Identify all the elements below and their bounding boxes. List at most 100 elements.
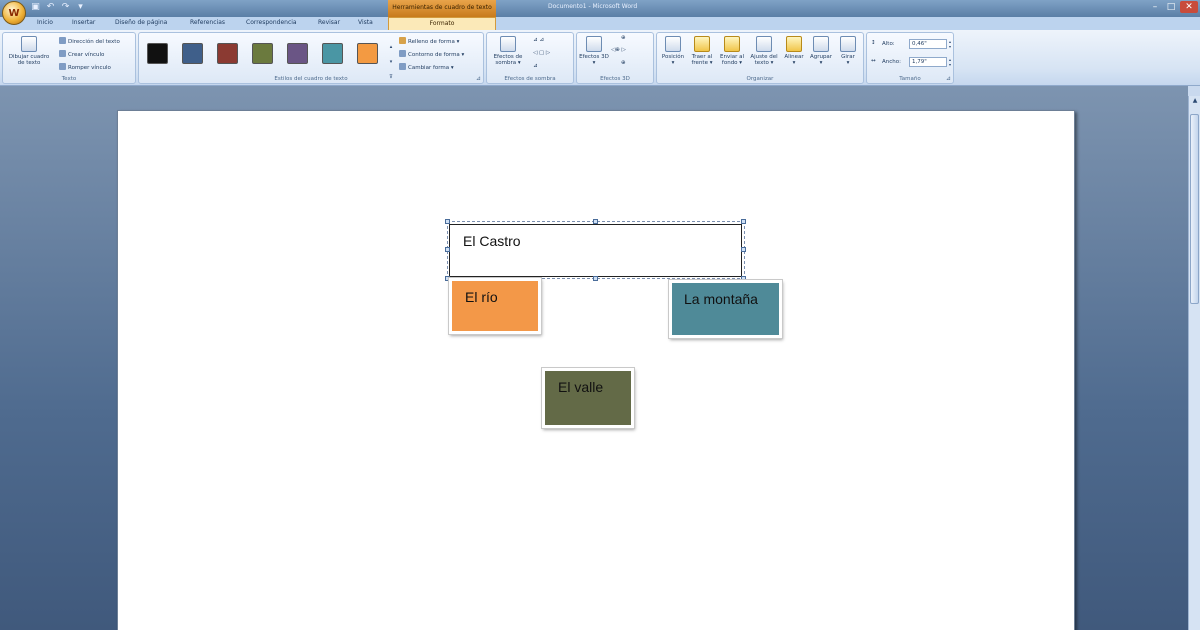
text-wrap-button[interactable]: Ajuste del texto ▾ <box>747 36 781 66</box>
redo-icon[interactable]: ↷ <box>60 2 71 13</box>
text-direction-icon <box>59 37 66 44</box>
maximize-button[interactable]: □ <box>1164 1 1178 13</box>
cube-icon <box>586 36 602 52</box>
style-swatch-orange[interactable] <box>357 43 378 64</box>
textbox-el-valle[interactable]: El valle <box>541 367 635 429</box>
quick-access-toolbar: ▣ ↶ ↷ ▾ <box>30 2 86 13</box>
ruler-toggle-icon[interactable] <box>1188 86 1200 96</box>
bring-front-icon <box>694 36 710 52</box>
effects-3d-button[interactable]: Efectos 3D ▾ <box>579 36 609 66</box>
resize-handle-nw[interactable] <box>445 219 450 224</box>
style-swatch-black[interactable] <box>147 43 168 64</box>
style-swatch-red[interactable] <box>217 43 238 64</box>
shadow-nudge-down-icon[interactable]: ⊿ <box>533 63 538 69</box>
link-icon <box>59 50 66 57</box>
tab-inicio[interactable]: Inicio <box>37 19 53 26</box>
style-swatch-purple[interactable] <box>287 43 308 64</box>
textbox-la-montana[interactable]: La montaña <box>668 279 783 339</box>
position-button[interactable]: Posición ▾ <box>659 36 687 66</box>
width-input[interactable]: 1,79" <box>909 57 947 67</box>
style-swatch-blue[interactable] <box>182 43 203 64</box>
dialog-launcher-icon[interactable]: ⊿ <box>476 75 481 82</box>
rotate-icon <box>840 36 856 52</box>
group-icon <box>813 36 829 52</box>
group-tamano: ↕ Alto: 0,46" ▴ ▾ ↔ Ancho: 1,79" ▴ ▾ Tamañ… <box>866 32 954 84</box>
tab-referencias[interactable]: Referencias <box>190 19 225 26</box>
resize-handle-w[interactable] <box>445 247 450 252</box>
tab-insertar[interactable]: Insertar <box>72 19 95 26</box>
send-back-icon <box>724 36 740 52</box>
shape-outline-button[interactable]: Contorno de forma ▾ <box>399 50 464 58</box>
group-estilos: ▴ ▾ ⊽ Relleno de forma ▾ Contorno de forma… <box>138 32 484 84</box>
group-label-organizar: Organizar <box>746 76 774 82</box>
resize-handle-n[interactable] <box>593 219 598 224</box>
textbox-text: La montaña <box>684 291 758 307</box>
resize-handle-ne[interactable] <box>741 219 746 224</box>
tilt-down-icon[interactable]: ⊕ <box>621 60 626 66</box>
break-link-button[interactable]: Romper vínculo <box>59 63 111 71</box>
shape-fill-button[interactable]: Relleno de forma ▾ <box>399 37 459 45</box>
vertical-scrollbar[interactable]: ▲ <box>1188 86 1200 630</box>
scroll-thumb[interactable] <box>1190 114 1199 304</box>
group-texto: Dibujar cuadro de texto Dirección del te… <box>2 32 136 84</box>
bring-front-button[interactable]: Traer al frente ▾ <box>687 36 717 66</box>
textbox-text: El Castro <box>463 233 521 249</box>
style-swatch-olive[interactable] <box>252 43 273 64</box>
width-spinner[interactable]: ▴ ▾ <box>947 57 953 67</box>
text-wrap-icon <box>756 36 772 52</box>
customize-icon[interactable]: ▾ <box>75 2 86 13</box>
tilt-up-icon[interactable]: ⊕ <box>621 35 626 41</box>
align-button[interactable]: Alinear ▾ <box>781 36 807 66</box>
ribbon-tabs: Inicio Insertar Diseño de página Referen… <box>0 17 1200 31</box>
title-bar: ▣ ↶ ↷ ▾ Herramientas de cuadro de texto … <box>0 0 1200 17</box>
textbox-el-rio[interactable]: El río <box>448 277 542 335</box>
office-button[interactable]: W <box>2 1 26 25</box>
group-label-3d: Efectos 3D <box>600 76 630 82</box>
group-3d: Efectos 3D ▾ ⊕ ◁⊕ ▷ ⊕ Efectos 3D <box>576 32 654 84</box>
size-launcher-icon[interactable]: ⊿ <box>946 75 951 82</box>
group-sombra: Efectos de sombra ▾ ⊿ ⊿ ◁ ▢ ▷ ⊿ Efectos … <box>486 32 574 84</box>
shadow-icon <box>500 36 516 52</box>
draw-textbox-button[interactable]: Dibujar cuadro de texto <box>7 36 51 66</box>
window-title: Documento1 - Microsoft Word <box>548 3 638 10</box>
text-direction-button[interactable]: Dirección del texto <box>59 37 120 45</box>
align-icon <box>786 36 802 52</box>
create-link-button[interactable]: Crear vínculo <box>59 50 104 58</box>
tab-formato[interactable]: Formato <box>388 17 496 31</box>
group-label-sombra: Efectos de sombra <box>504 76 556 82</box>
shadow-nudge-side-icon[interactable]: ◁ ▢ ▷ <box>533 50 550 56</box>
group-button[interactable]: Agrupar ▾ <box>807 36 835 66</box>
break-link-icon <box>59 63 66 70</box>
position-icon <box>665 36 681 52</box>
rotate-button[interactable]: Girar ▾ <box>835 36 861 66</box>
tab-revisar[interactable]: Revisar <box>318 19 340 26</box>
group-label-estilos: Estilos del cuadro de texto <box>274 76 348 82</box>
scroll-up-icon[interactable]: ▲ <box>1190 96 1200 106</box>
send-back-button[interactable]: Enviar al fondo ▾ <box>717 36 747 66</box>
textbox-el-castro[interactable]: El Castro <box>449 224 742 277</box>
tab-vista[interactable]: Vista <box>358 19 373 26</box>
pen-icon <box>399 50 406 57</box>
textbox-icon <box>21 36 37 52</box>
resize-handle-e[interactable] <box>741 247 746 252</box>
undo-icon[interactable]: ↶ <box>45 2 56 13</box>
width-icon: ↔ <box>871 58 876 64</box>
save-icon[interactable]: ▣ <box>30 2 41 13</box>
minimize-button[interactable]: – <box>1148 1 1162 13</box>
close-button[interactable]: ✕ <box>1180 1 1198 13</box>
shadow-effects-button[interactable]: Efectos de sombra ▾ <box>489 36 527 66</box>
textbox-text: El río <box>465 289 498 305</box>
group-label-tamano: Tamaño <box>899 76 921 82</box>
style-swatch-teal[interactable] <box>322 43 343 64</box>
height-label: Alto: <box>882 41 895 47</box>
context-tab-title: Herramientas de cuadro de texto <box>388 0 496 17</box>
paint-bucket-icon <box>399 37 406 44</box>
tilt-sides-icon[interactable]: ◁⊕ ▷ <box>611 47 626 53</box>
height-spinner[interactable]: ▴ ▾ <box>947 39 953 49</box>
height-input[interactable]: 0,46" <box>909 39 947 49</box>
resize-handle-s[interactable] <box>593 276 598 281</box>
shadow-nudge-up-icon[interactable]: ⊿ ⊿ <box>533 37 544 43</box>
tab-correspondencia[interactable]: Correspondencia <box>246 19 297 26</box>
change-shape-button[interactable]: Cambiar forma ▾ <box>399 63 454 71</box>
tab-diseno[interactable]: Diseño de página <box>115 19 167 26</box>
